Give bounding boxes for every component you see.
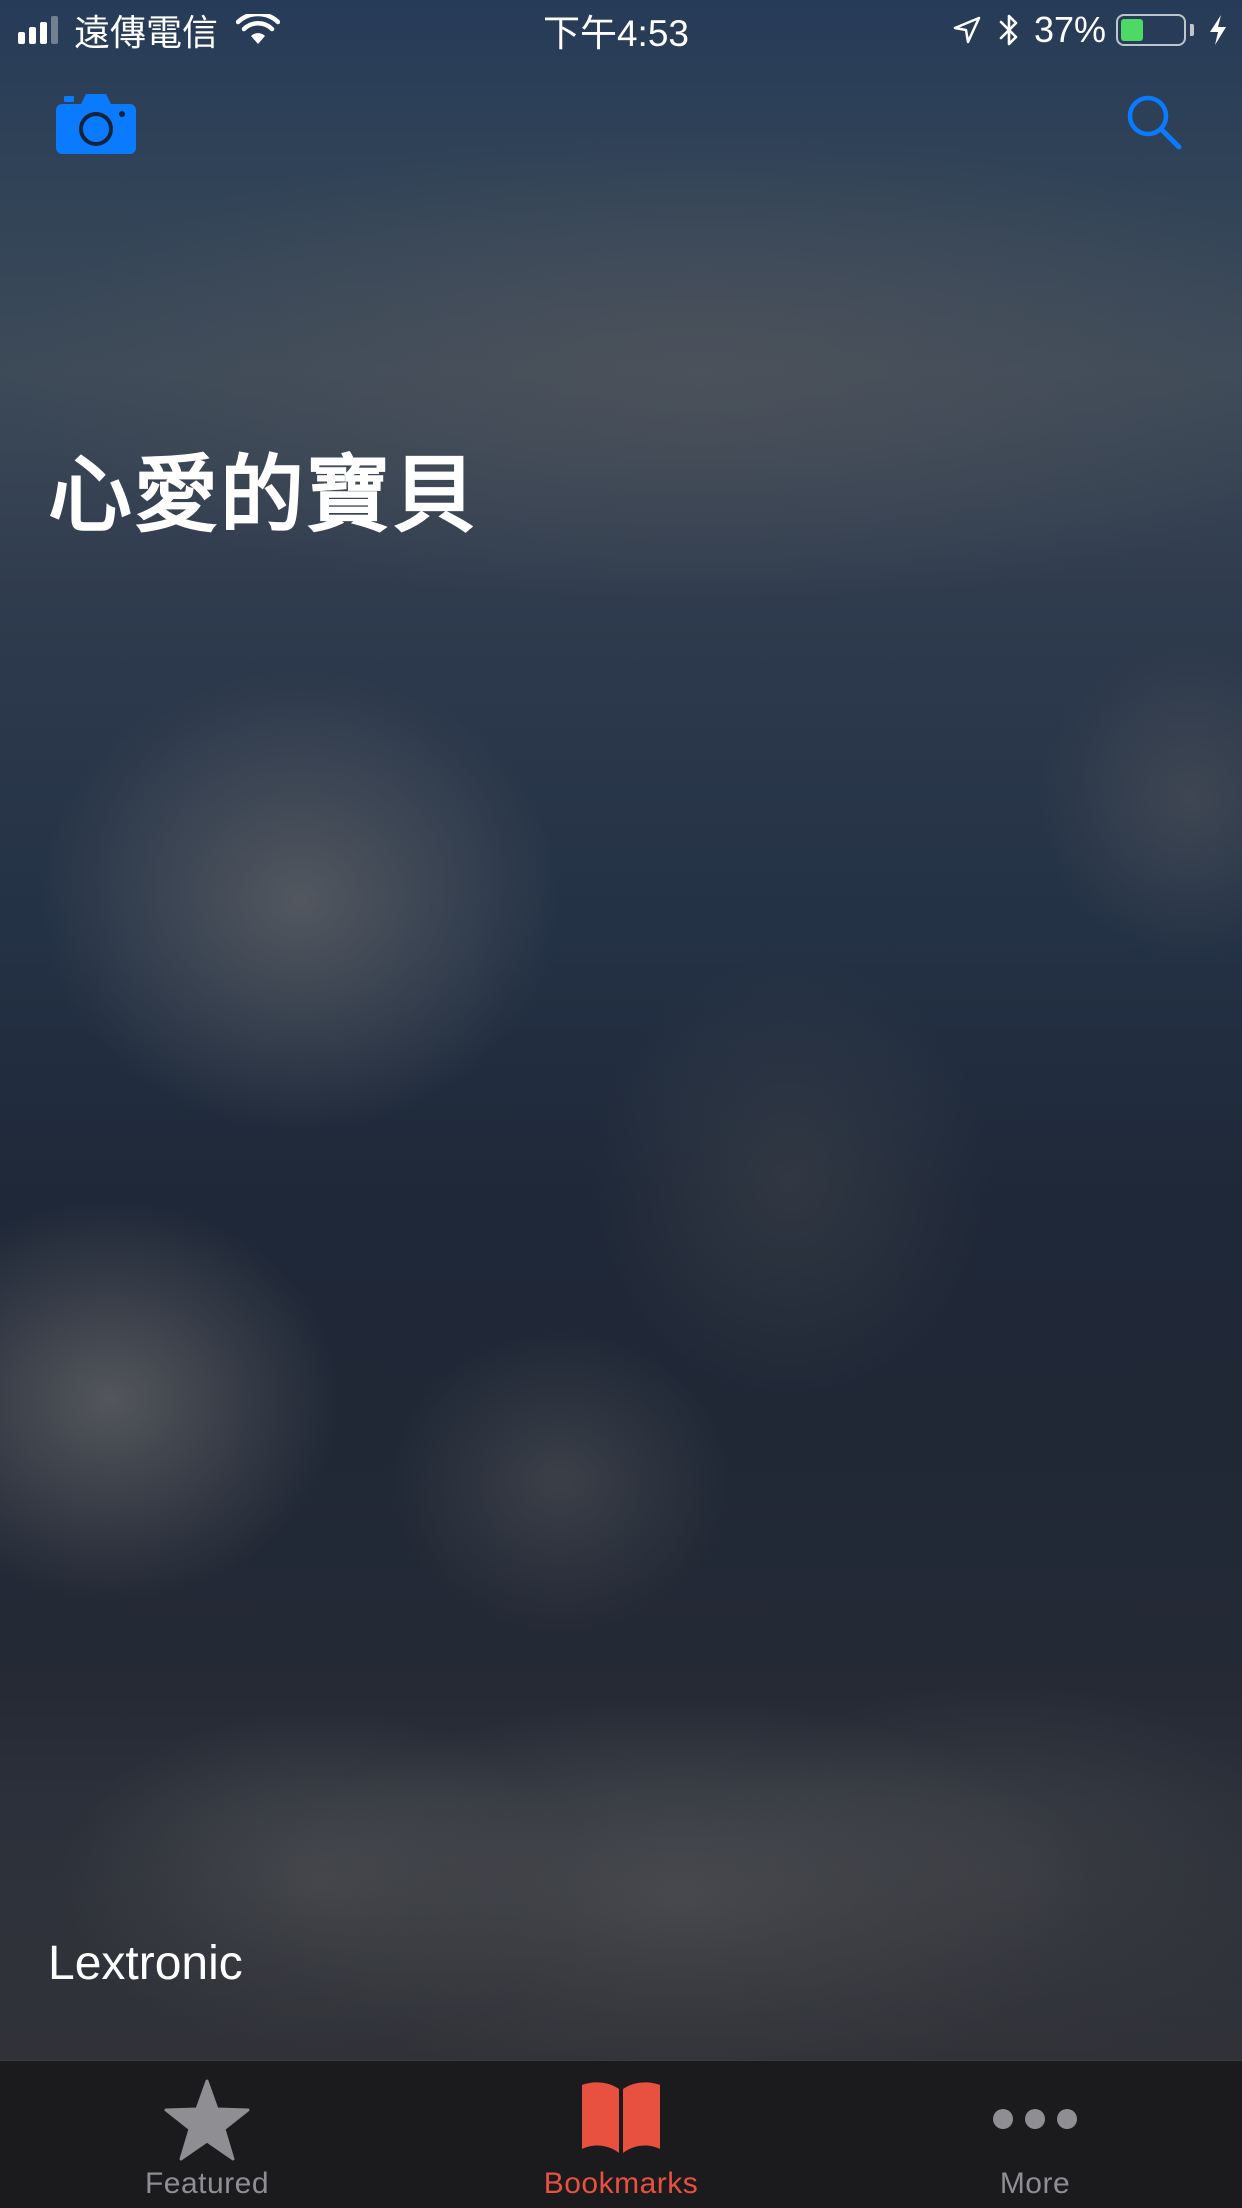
search-icon	[1127, 95, 1182, 150]
status-time: 下午4:53	[542, 13, 689, 54]
tab-more[interactable]: More	[828, 2061, 1242, 2208]
status-right: 37%	[952, 0, 1228, 60]
camera-button[interactable]	[56, 92, 136, 156]
carrier-name: 遠傳電信	[74, 12, 219, 53]
ellipsis-icon	[993, 2109, 1077, 2129]
page-title: 心愛的寶貝	[48, 448, 479, 542]
star-icon	[164, 2079, 250, 2161]
charging-bolt-icon	[1210, 15, 1226, 45]
tab-bookmarks-label: Bookmarks	[543, 2167, 699, 2200]
open-book-icon	[582, 2082, 660, 2153]
tab-more-label: More	[999, 2167, 1071, 2200]
status-bar: 遠傳電信 下午4:53 37%	[0, 0, 1242, 60]
battery-icon	[1116, 14, 1186, 46]
tab-bar: Featured Bookmarks More	[0, 2060, 1242, 2208]
blurred-background	[0, 0, 1242, 2060]
tab-featured[interactable]: Featured	[0, 2061, 414, 2208]
battery-fill	[1121, 19, 1144, 41]
location-arrow-icon	[953, 16, 981, 44]
app-screen: 遠傳電信 下午4:53 37% 心愛的寶貝 Lextronic Featured…	[0, 0, 1242, 2208]
camera-icon	[56, 94, 136, 154]
tab-bookmarks[interactable]: Bookmarks	[414, 2061, 828, 2208]
search-button[interactable]	[1124, 92, 1184, 152]
signal-icon	[18, 16, 62, 44]
status-left: 遠傳電信	[18, 0, 281, 60]
bluetooth-icon	[999, 14, 1018, 46]
tab-featured-label: Featured	[144, 2167, 270, 2200]
battery-nub	[1190, 24, 1194, 36]
wifi-icon	[236, 14, 281, 44]
publisher-name: Lextronic	[48, 1937, 243, 1990]
battery-percent: 37%	[1033, 9, 1106, 50]
